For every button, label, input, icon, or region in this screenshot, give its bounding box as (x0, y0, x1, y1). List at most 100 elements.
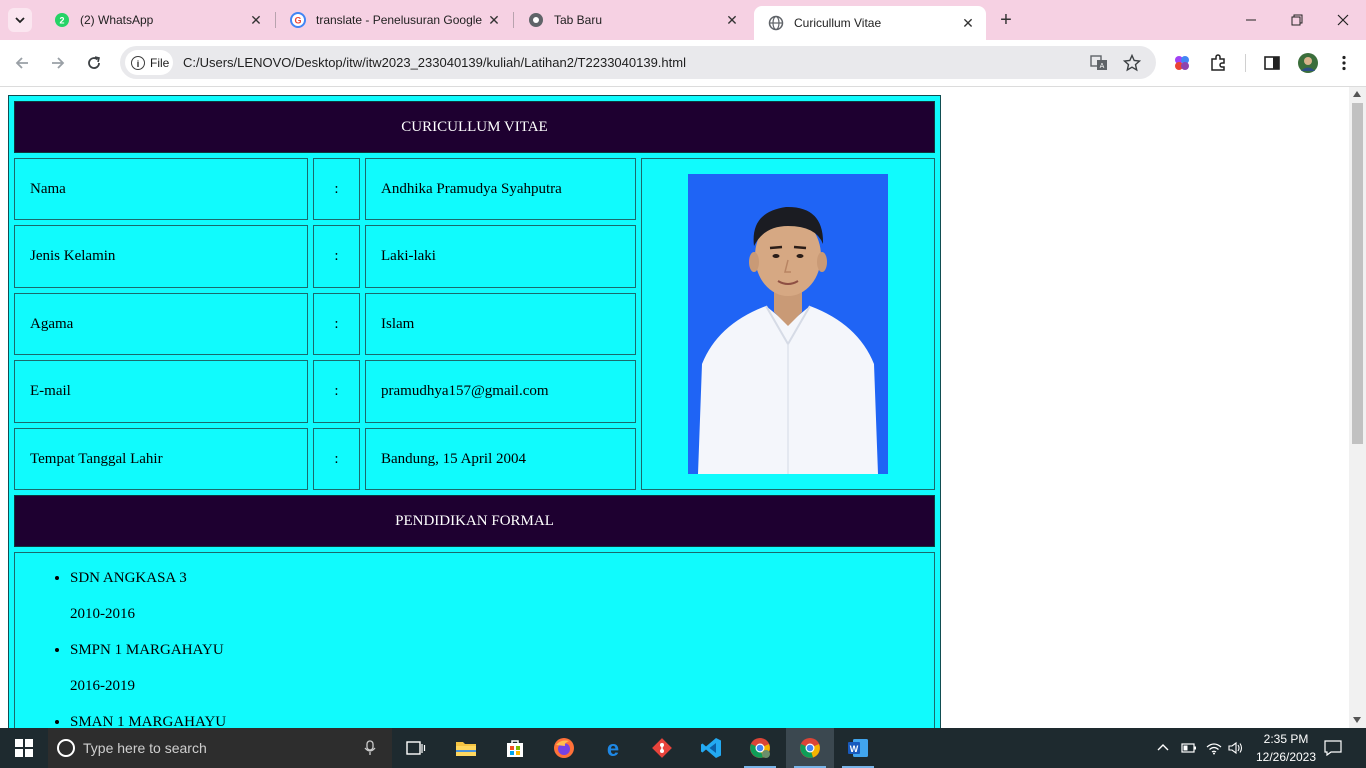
clock-date: 12/26/2023 (1255, 750, 1317, 764)
translate-icon[interactable]: A (1090, 54, 1108, 72)
windows-logo-icon (15, 739, 33, 757)
tab-curicullum-vitae[interactable]: Curicullum Vitae ✕ (754, 6, 986, 40)
taskbar-search-placeholder: Type here to search (83, 740, 207, 756)
firefox-icon[interactable] (540, 728, 588, 768)
close-tab-icon[interactable]: ✕ (960, 15, 976, 31)
git-tool-icon[interactable] (638, 728, 686, 768)
close-icon (1337, 14, 1349, 26)
tab-title: (2) WhatsApp (80, 13, 154, 27)
value-text: Bandung, 15 April 2004 (381, 450, 526, 467)
colon-text: : (334, 315, 339, 332)
label-text: Tempat Tanggal Lahir (30, 450, 163, 467)
microsoft-store-icon[interactable] (491, 728, 539, 768)
row-label-jenis-kelamin: Jenis Kelamin (14, 225, 308, 288)
volume-icon[interactable] (1228, 728, 1244, 768)
arrow-left-icon (15, 57, 28, 69)
svg-text:e: e (607, 737, 619, 759)
scroll-thumb[interactable] (1352, 103, 1363, 444)
forward-button[interactable] (46, 51, 70, 75)
svg-text:2: 2 (59, 16, 64, 26)
row-value-agama: Islam (365, 293, 636, 355)
school-name: SMPN 1 MARGAHAYU (70, 642, 224, 658)
row-separator: : (313, 360, 360, 423)
tab-title: translate - Penelusuran Google (316, 13, 483, 27)
school-name: SDN ANGKASA 3 (70, 570, 187, 586)
value-text: Islam (381, 315, 415, 332)
word-icon[interactable]: W (834, 728, 882, 768)
row-value-email: pramudhya157@gmail.com (365, 360, 636, 423)
close-tab-icon[interactable]: ✕ (248, 12, 264, 28)
education-list-cell: SDN ANGKASA 3 2010-2016 SMPN 1 MARGAHAYU… (14, 552, 935, 728)
google-icon: G (290, 12, 306, 28)
taskbar-search-box[interactable]: Type here to search (48, 728, 392, 768)
row-value-tempat-tanggal-lahir: Bandung, 15 April 2004 (365, 428, 636, 490)
colon-text: : (334, 180, 339, 197)
side-panel-icon[interactable] (1261, 52, 1283, 74)
tab-strip: 2 (2) WhatsApp ✕ G translate - Penelusur… (0, 0, 1366, 40)
row-label-tempat-tanggal-lahir: Tempat Tanggal Lahir (14, 428, 308, 490)
colon-text: : (334, 450, 339, 467)
close-tab-icon[interactable]: ✕ (486, 12, 502, 28)
row-separator: : (313, 428, 360, 490)
whatsapp-icon: 2 (54, 12, 70, 28)
arrow-right-icon (52, 57, 65, 69)
battery-icon[interactable] (1181, 728, 1197, 768)
url-text[interactable]: C:/Users/LENOVO/Desktop/itw/itw2023_2330… (183, 46, 686, 79)
cv-title-text: CURICULLUM VITAE (401, 118, 548, 135)
file-explorer-icon[interactable] (442, 728, 490, 768)
close-window-button[interactable] (1320, 0, 1366, 40)
bookmark-star-icon[interactable] (1123, 54, 1141, 72)
row-value-nama: Andhika Pramudya Syahputra (365, 158, 636, 220)
scroll-down-arrow-icon[interactable] (1353, 717, 1361, 723)
show-hidden-icons[interactable] (1156, 728, 1170, 768)
page-scrollbar[interactable] (1349, 87, 1366, 728)
task-view-icon[interactable] (392, 728, 440, 768)
cv-title: CURICULLUM VITAE (14, 101, 935, 153)
education-item: SMPN 1 MARGAHAYU 2016-2019 (70, 632, 226, 704)
chrome-profile-icon[interactable] (736, 728, 784, 768)
tab-google-translate[interactable]: G translate - Penelusuran Google ✕ (276, 0, 512, 40)
education-title: PENDIDIKAN FORMAL (14, 495, 935, 547)
value-text: Andhika Pramudya Syahputra (381, 180, 562, 197)
chrome-icon (528, 12, 544, 28)
new-tab-button[interactable]: + (996, 10, 1016, 30)
profile-avatar[interactable] (1297, 52, 1319, 74)
vscode-icon[interactable] (687, 728, 735, 768)
tab-whatsapp[interactable]: 2 (2) WhatsApp ✕ (40, 0, 274, 40)
back-button[interactable] (10, 51, 34, 75)
info-icon: i (131, 55, 145, 70)
row-value-jenis-kelamin: Laki-laki (365, 225, 636, 288)
windows-taskbar: Type here to search e W 2:35 PM 12/26/20… (0, 728, 1366, 768)
start-button[interactable] (0, 728, 48, 768)
microphone-icon[interactable] (362, 740, 378, 756)
network-icon[interactable] (1206, 728, 1222, 768)
chrome-active-icon[interactable] (786, 728, 834, 768)
minimize-button[interactable] (1228, 0, 1274, 40)
menu-dots-icon[interactable] (1333, 52, 1355, 74)
browser-toolbar: i File C:/Users/LENOVO/Desktop/itw/itw20… (0, 40, 1366, 86)
ai-extension-icon[interactable] (1171, 52, 1193, 74)
notification-center-icon[interactable] (1324, 728, 1342, 768)
tab-search-button[interactable] (8, 8, 32, 32)
person-portrait-icon (688, 174, 888, 474)
address-bar[interactable]: i File C:/Users/LENOVO/Desktop/itw/itw20… (120, 46, 1156, 79)
tab-new-tab[interactable]: Tab Baru ✕ (514, 0, 750, 40)
globe-icon (768, 15, 784, 31)
edge-icon[interactable]: e (589, 728, 637, 768)
site-info-chip[interactable]: i File (125, 50, 173, 75)
row-label-agama: Agama (14, 293, 308, 355)
label-text: E-mail (30, 383, 71, 399)
row-separator: : (313, 293, 360, 355)
restore-button[interactable] (1274, 0, 1320, 40)
extensions-puzzle-icon[interactable] (1207, 52, 1229, 74)
reload-button[interactable] (82, 51, 106, 75)
colon-text: : (334, 383, 339, 399)
system-clock[interactable]: 2:35 PM 12/26/2023 (1246, 730, 1326, 766)
close-tab-icon[interactable]: ✕ (724, 12, 740, 28)
toolbar-divider (1245, 54, 1246, 72)
search-icon (57, 739, 75, 757)
label-text: Agama (30, 315, 74, 332)
scroll-up-arrow-icon[interactable] (1353, 91, 1361, 97)
school-name: SMAN 1 MARGAHAYU (70, 714, 227, 728)
school-years: 2010-2016 (70, 606, 135, 622)
